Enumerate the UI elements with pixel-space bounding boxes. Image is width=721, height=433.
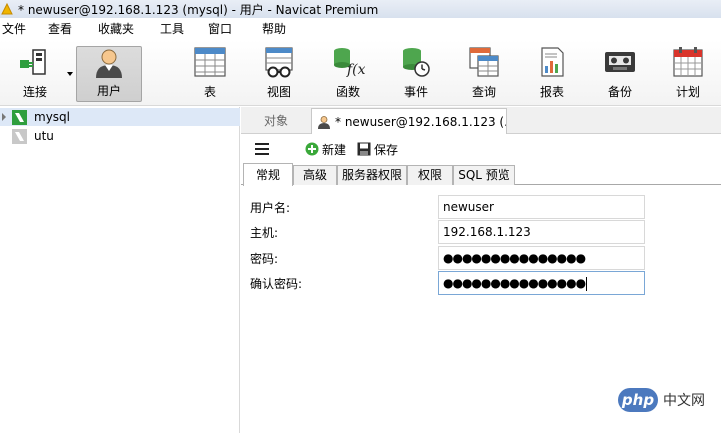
menu-icon[interactable] [255,143,269,155]
host-input[interactable]: 192.168.1.123 [438,220,645,244]
main-panel: 对象 * newuser@192.168.1.123 (... 新建 保存 常规… [241,107,721,433]
editor-toolbar: 新建 保存 [241,135,721,163]
report-button[interactable]: 报表 [519,46,585,102]
connect-dropdown-arrow[interactable] [67,72,73,76]
connect-label: 连接 [22,85,47,99]
tab-privileges[interactable]: 权限 [407,165,453,185]
schedule-button[interactable]: 计划 [655,46,721,102]
tree-item-mysql[interactable]: mysql [0,108,240,126]
menu-view[interactable]: 查看 [48,18,72,40]
utu-connection-icon [12,128,27,144]
user-icon [92,47,126,79]
svg-text:f(x): f(x) [346,62,365,78]
table-label: 表 [203,85,216,99]
tab-server-privileges[interactable]: 服务器权限 [337,165,407,185]
query-label: 查询 [471,85,496,99]
tab-user-label: * newuser@192.168.1.123 (... [335,114,506,129]
query-button[interactable]: 查询 [451,46,517,102]
tab-sql-preview[interactable]: SQL 预览 [453,165,515,185]
function-label: 函数 [335,85,360,99]
confirm-password-row: 确认密码: ●●●●●●●●●●●●●●● [241,271,721,295]
connection-name: utu [34,129,54,143]
menu-file[interactable]: 文件 [2,18,26,40]
navicat-app-icon [1,2,13,15]
text-caret [586,276,588,291]
add-icon [305,142,319,156]
event-label: 事件 [403,85,428,99]
host-row: 主机: 192.168.1.123 [241,220,721,244]
function-button[interactable]: f(x) 函数 [315,46,381,102]
username-input[interactable]: newuser [438,195,645,219]
main-toolbar: 连接 用户 表 视图 f(x 函数 事件 查询 报表 备份 计划 [0,40,721,106]
user-editor-tabs: 常规 高级 服务器权限 权限 SQL 预览 [241,163,721,186]
menu-tools[interactable]: 工具 [160,18,184,40]
user-button[interactable]: 用户 [76,46,142,102]
window-title: * newuser@192.168.1.123 (mysql) - 用户 - N… [18,2,379,17]
calendar-icon [671,46,705,78]
report-icon [535,46,569,78]
schedule-label: 计划 [675,85,700,99]
watermark-text: 中文网 [663,393,705,409]
watermark: php 中文网 [618,388,705,412]
save-icon [357,142,371,156]
menu-bar: 文件 查看 收藏夹 工具 窗口 帮助 [0,18,721,40]
confirm-password-input[interactable]: ●●●●●●●●●●●●●●● [438,271,645,295]
password-row: 密码: ●●●●●●●●●●●●●●● [241,246,721,270]
tab-advanced[interactable]: 高级 [293,165,337,185]
tab-user-editor[interactable]: * newuser@192.168.1.123 (... [311,108,507,134]
connect-button[interactable]: 连接 [2,46,68,102]
tree-item-utu[interactable]: utu [0,127,240,145]
save-label: 保存 [374,142,399,157]
tab-objects[interactable]: 对象 [241,109,311,133]
connection-tree: mysql utu [0,107,240,433]
new-button[interactable]: 新建 [305,141,346,157]
menu-favorites[interactable]: 收藏夹 [98,18,134,40]
username-label: 用户名: [250,201,291,215]
backup-label: 备份 [607,85,632,99]
document-tabs: 对象 * newuser@192.168.1.123 (... [241,107,721,134]
username-row: 用户名: newuser [241,195,721,219]
expand-arrow-icon[interactable] [0,108,10,126]
query-icon [467,46,501,78]
view-icon [262,46,296,78]
menu-help[interactable]: 帮助 [262,18,286,40]
table-button[interactable]: 表 [177,46,243,102]
password-input[interactable]: ●●●●●●●●●●●●●●● [438,246,645,270]
user-icon [317,115,331,129]
event-button[interactable]: 事件 [383,46,449,102]
report-label: 报表 [539,85,564,99]
title-bar: * newuser@192.168.1.123 (mysql) - 用户 - N… [0,0,721,18]
event-icon [399,46,433,78]
user-label: 用户 [96,84,121,98]
save-button[interactable]: 保存 [357,141,398,157]
confirm-password-value: ●●●●●●●●●●●●●●● [443,276,586,290]
table-icon [193,46,227,78]
backup-button[interactable]: 备份 [587,46,653,102]
confirm-password-label: 确认密码: [250,277,303,291]
tab-general[interactable]: 常规 [243,163,293,186]
mysql-connection-icon [12,109,27,125]
menu-window[interactable]: 窗口 [208,18,232,40]
view-button[interactable]: 视图 [246,46,312,102]
new-label: 新建 [322,142,347,157]
view-label: 视图 [266,85,291,99]
password-label: 密码: [250,252,279,266]
php-logo: php [618,388,658,412]
host-label: 主机: [250,226,279,240]
connection-name: mysql [34,110,70,124]
function-icon: f(x) [331,46,371,78]
backup-icon [603,46,637,78]
plug-icon [18,46,52,78]
